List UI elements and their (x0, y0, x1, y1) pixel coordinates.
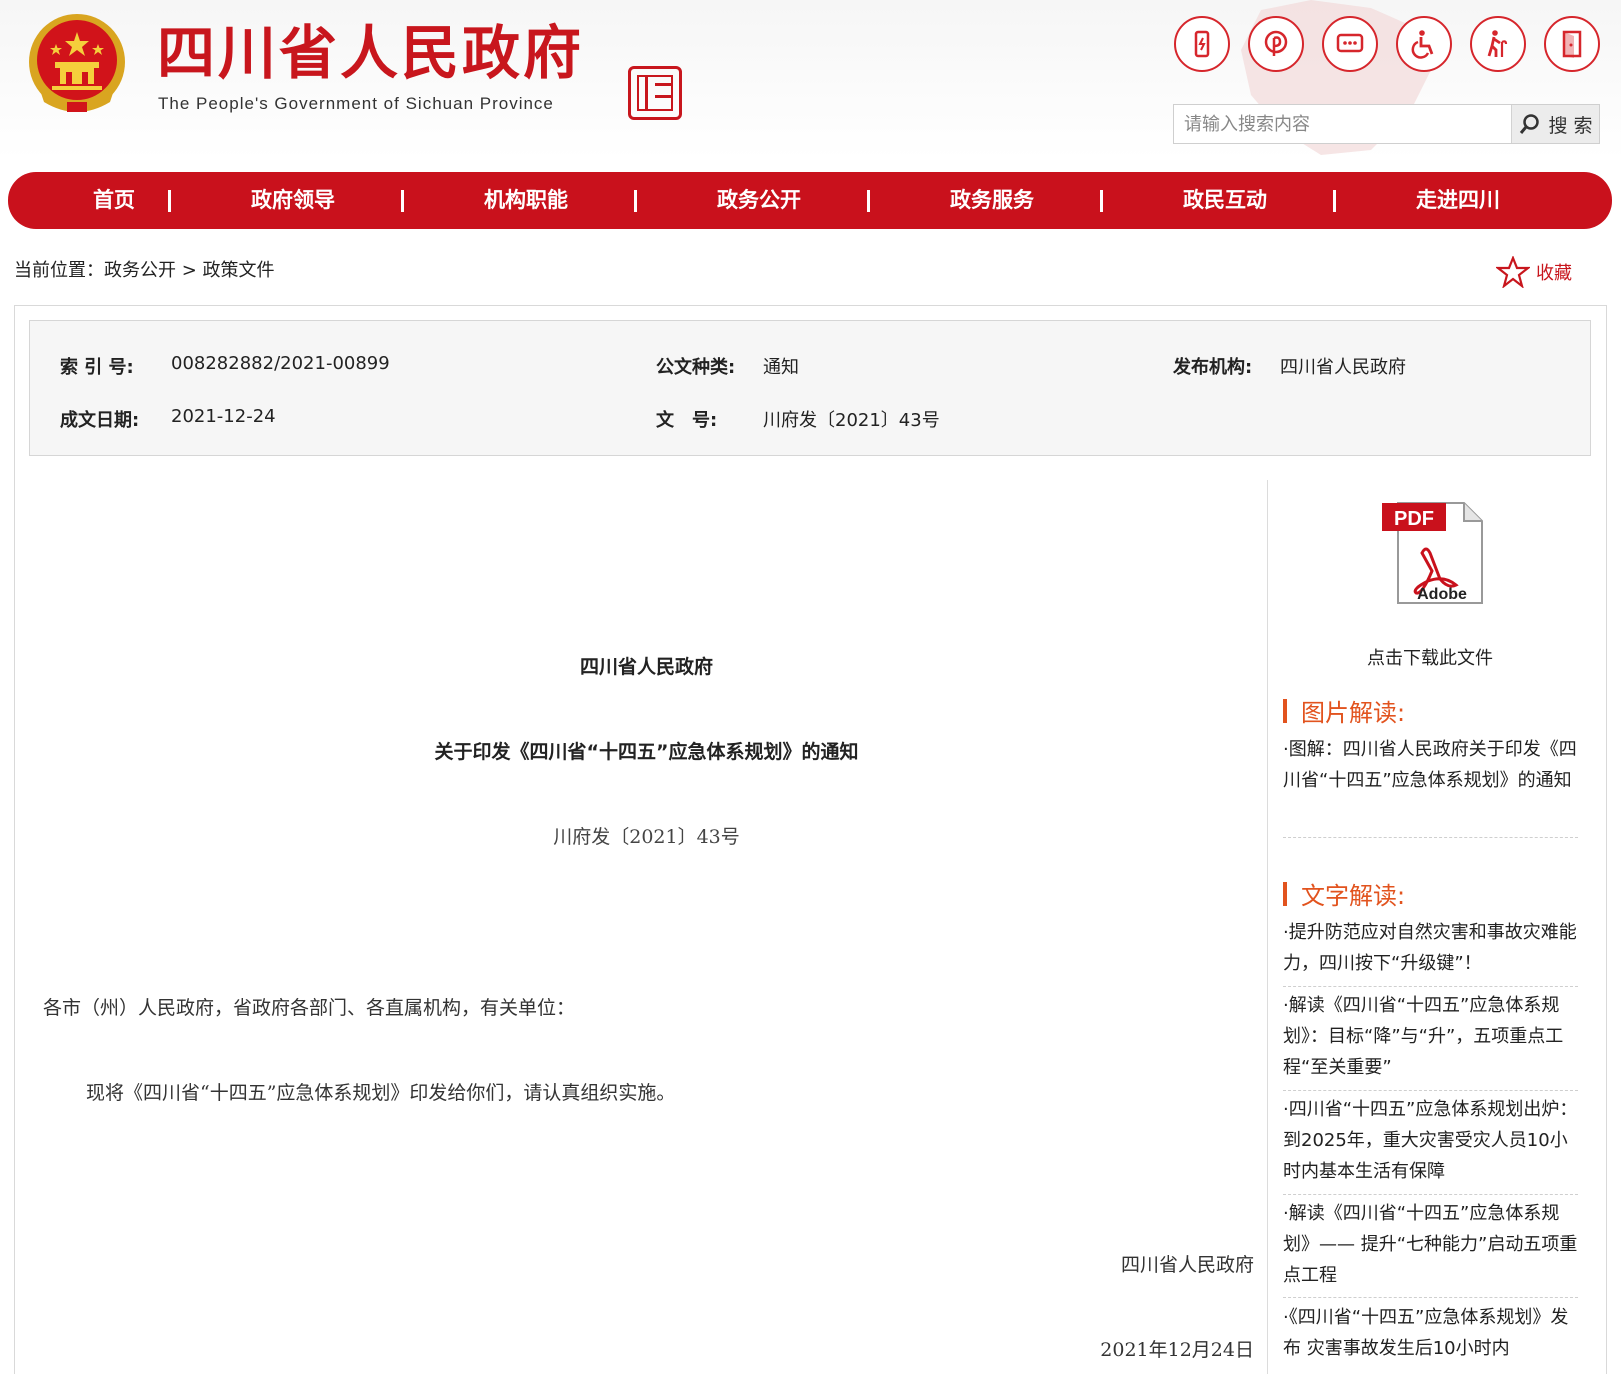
text-interpretation-item-4[interactable]: ·解读《四川省“十四五”应急体系规划》—— 提升“七种能力”启动五项重点工程 (1283, 1198, 1578, 1291)
nav-separator (867, 190, 870, 212)
nav-item-sichuan[interactable]: 走进四川 (1388, 172, 1528, 229)
document-body: 现将《四川省“十四五”应急体系规划》印发给你们，请认真组织实施。 (86, 1082, 676, 1104)
item-divider (1283, 837, 1578, 838)
index-label: 索 引 号: (60, 357, 134, 378)
document-number: 川府发〔2021〕43号 (553, 826, 740, 848)
nav-item-interaction[interactable]: 政民互动 (1155, 172, 1295, 229)
pdf-icon[interactable]: PDF Adobe (1378, 497, 1488, 609)
favorite-button[interactable]: 收藏 (1496, 256, 1572, 288)
issuer-label: 发布机构: (1173, 357, 1253, 378)
search-button[interactable]: 搜 索 (1511, 105, 1599, 143)
china-seal-logo (628, 66, 682, 120)
main-nav: 首页 政府领导 机构职能 政务公开 政务服务 政民互动 走进四川 (8, 172, 1612, 229)
search-button-label: 搜 索 (1548, 114, 1593, 137)
nav-separator (401, 190, 404, 212)
text-interpretation-item-2[interactable]: ·解读《四川省“十四五”应急体系规划》：目标“降”与“升”，五项重点工程“至关重… (1283, 990, 1578, 1083)
site-title: 四川省人民政府 (157, 19, 585, 87)
nav-item-institutions[interactable]: 机构职能 (456, 172, 596, 229)
exit-icon[interactable] (1544, 16, 1600, 72)
item-divider (1283, 986, 1578, 987)
site-subtitle: The People's Government of Sichuan Provi… (158, 94, 554, 113)
signature-org: 四川省人民政府 (1120, 1254, 1254, 1276)
image-interpretation-heading: 图片解读: (1283, 693, 1405, 728)
weibo-icon[interactable] (1248, 16, 1304, 72)
svg-text:Adobe: Adobe (1417, 586, 1467, 603)
mobile-icon[interactable] (1174, 16, 1230, 72)
favorite-label: 收藏 (1536, 263, 1572, 284)
signature-date: 2021年12月24日 (1100, 1339, 1254, 1361)
nav-item-services[interactable]: 政务服务 (922, 172, 1062, 229)
quick-icons (1174, 16, 1604, 74)
date-label: 成文日期: (60, 410, 140, 431)
nav-item-leaders[interactable]: 政府领导 (223, 172, 363, 229)
star-icon (1496, 256, 1530, 288)
search-icon (1520, 114, 1540, 134)
elderly-icon[interactable] (1470, 16, 1526, 72)
nav-separator (1333, 190, 1336, 212)
message-icon[interactable] (1322, 16, 1378, 72)
doc-number-value: 川府发〔2021〕43号 (763, 410, 940, 431)
text-interpretation-item-1[interactable]: ·提升防范应对自然灾害和事故灾难能力，四川按下“升级键”！ (1283, 917, 1578, 979)
pdf-download-link[interactable]: 点击下载此文件 (1300, 644, 1560, 670)
accessibility-icon[interactable] (1396, 16, 1452, 72)
issuer-value: 四川省人民政府 (1280, 357, 1406, 378)
nav-item-gov-affairs[interactable]: 政务公开 (689, 172, 829, 229)
document-meta: 索 引 号: 008282882/2021-00899 公文种类: 通知 发布机… (29, 320, 1591, 456)
text-interpretation-heading: 文字解读: (1283, 876, 1405, 911)
national-emblem-icon (29, 14, 125, 112)
svg-text:PDF: PDF (1394, 508, 1434, 530)
item-divider (1283, 1297, 1578, 1298)
search-box: 搜 索 (1173, 104, 1600, 144)
document-issuer: 四川省人民政府 (579, 656, 713, 678)
text-interpretation-item-3[interactable]: ·四川省“十四五”应急体系规划出炉：到2025年，重大灾害受灾人员10小时内基本… (1283, 1094, 1578, 1187)
site-header: 四川省人民政府 The People's Government of Sichu… (0, 0, 1621, 160)
breadcrumb: 当前位置：政务公开 > 政策文件 (14, 260, 275, 281)
item-divider (1283, 1194, 1578, 1195)
type-value: 通知 (763, 357, 799, 378)
image-interpretation-item[interactable]: ·图解：四川省人民政府关于印发《四川省“十四五”应急体系规划》的通知 (1283, 734, 1578, 827)
nav-item-home[interactable]: 首页 (44, 172, 184, 229)
date-value: 2021-12-24 (171, 406, 276, 427)
sidebar-divider (1267, 480, 1268, 1374)
nav-separator (1100, 190, 1103, 212)
document-salutation: 各市（州）人民政府，省政府各部门、各直属机构，有关单位： (43, 997, 576, 1019)
nav-separator (634, 190, 637, 212)
item-divider (1283, 1090, 1578, 1091)
search-input[interactable] (1174, 105, 1514, 143)
index-value: 008282882/2021-00899 (171, 353, 390, 374)
type-label: 公文种类: (656, 357, 736, 378)
document-title: 关于印发《四川省“十四五”应急体系规划》的通知 (434, 741, 859, 763)
doc-number-label: 文 号: (656, 410, 718, 431)
nav-separator (168, 190, 171, 212)
text-interpretation-item-5[interactable]: ·《四川省“十四五”应急体系规划》发布 灾害事故发生后10小时内 (1283, 1302, 1578, 1374)
